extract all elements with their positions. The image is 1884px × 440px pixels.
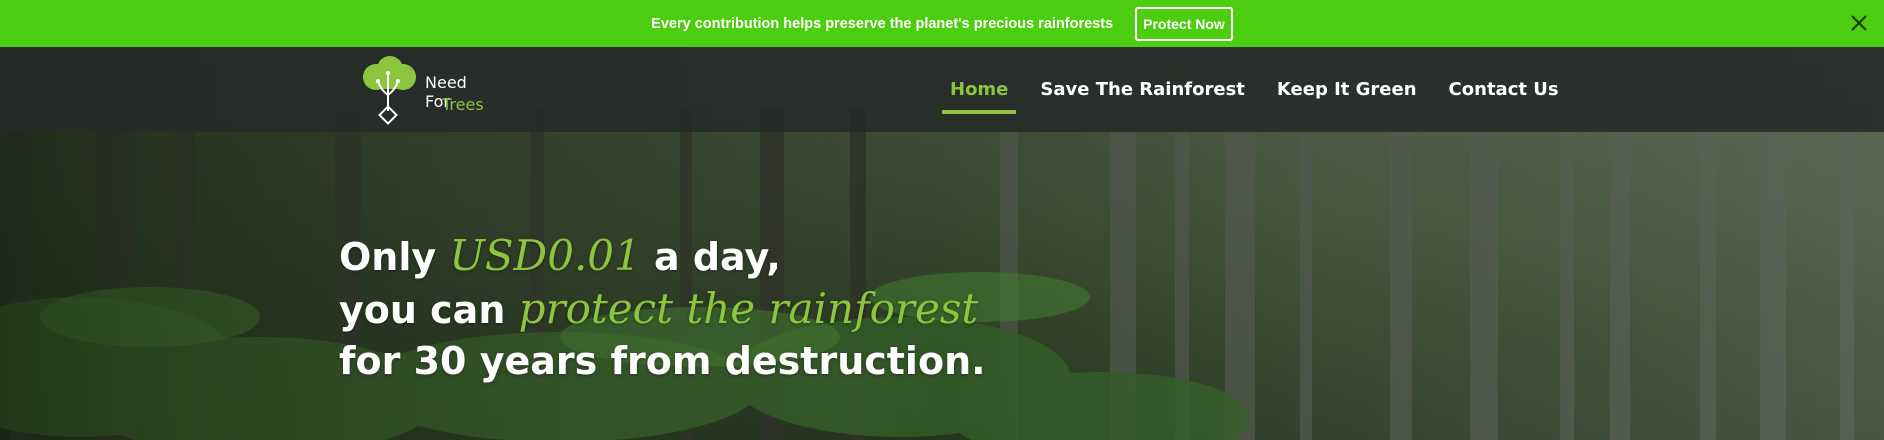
headline-line-1-post: a day,	[640, 235, 781, 279]
protect-now-button[interactable]: Protect Now	[1135, 6, 1233, 41]
site-logo[interactable]: Need For Trees	[356, 55, 496, 127]
primary-nav: Home Save The Rainforest Keep It Green C…	[942, 47, 1583, 132]
announcement-bar: Every contribution helps preserve the pl…	[0, 0, 1884, 47]
nav-contact-us[interactable]: Contact Us	[1441, 47, 1567, 132]
nav-save-the-rainforest[interactable]: Save The Rainforest	[1032, 47, 1252, 132]
main-navbar: Need For Trees Home Save The Rainforest …	[0, 47, 1884, 132]
close-icon[interactable]	[1848, 12, 1870, 34]
nav-home[interactable]: Home	[942, 47, 1017, 132]
headline-emphasis: protect the rainforest	[518, 284, 979, 333]
headline-line-2-pre: you can	[339, 288, 519, 332]
tree-logo-icon	[363, 56, 416, 125]
headline-line-1: Only USD0.01 a day,	[339, 230, 986, 283]
hero-headline: Only USD0.01 a day, you can protect the …	[339, 230, 986, 387]
nav-keep-it-green[interactable]: Keep It Green	[1269, 47, 1425, 132]
hero-section: Need For Trees Home Save The Rainforest …	[0, 47, 1884, 440]
headline-price: USD0.01	[449, 231, 641, 280]
announcement-text: Every contribution helps preserve the pl…	[651, 15, 1114, 32]
headline-line-1-pre: Only	[339, 235, 450, 279]
logo-text-line2: Trees	[442, 95, 484, 114]
headline-line-2: you can protect the rainforest	[339, 283, 986, 336]
headline-line-3: for 30 years from destruction.	[339, 339, 986, 383]
